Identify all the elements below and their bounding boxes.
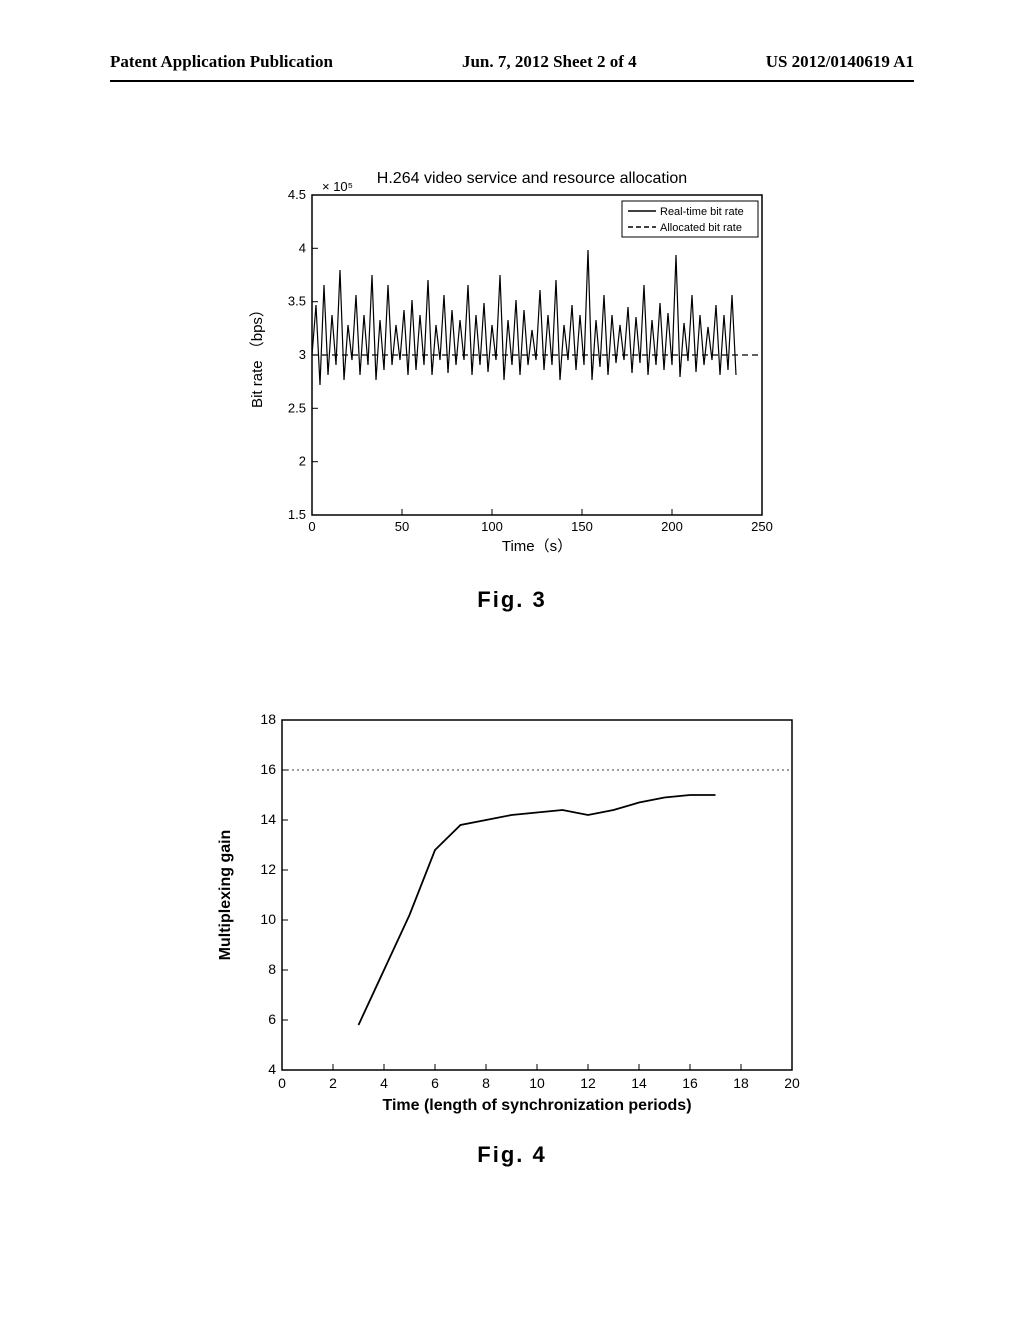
svg-text:6: 6 [431,1075,439,1091]
fig3-xticks: 0 50 100 150 200 250 [308,509,772,534]
svg-text:8: 8 [268,961,276,977]
fig3-chart: H.264 video service and resource allocat… [232,165,792,565]
header-right: US 2012/0140619 A1 [766,52,914,72]
svg-text:4.5: 4.5 [288,187,306,202]
fig4-yticks: 4 6 8 10 12 14 16 18 [260,711,288,1077]
svg-text:250: 250 [751,519,773,534]
svg-text:2.5: 2.5 [288,400,306,415]
fig4-chart: 4 6 8 10 12 14 16 18 0 2 4 6 8 10 12 14 … [202,700,822,1120]
svg-text:200: 200 [661,519,683,534]
legend-allocated: Allocated bit rate [660,222,742,234]
svg-text:12: 12 [260,861,276,877]
fig3-ylabel: Bit rate （bps） [249,302,266,408]
svg-text:18: 18 [733,1075,749,1091]
legend-realtime: Real-time bit rate [660,206,744,218]
svg-text:6: 6 [268,1011,276,1027]
svg-text:10: 10 [529,1075,545,1091]
svg-text:12: 12 [580,1075,596,1091]
svg-text:14: 14 [631,1075,647,1091]
svg-text:14: 14 [260,811,276,827]
svg-text:0: 0 [308,519,315,534]
header-left: Patent Application Publication [110,52,333,72]
fig4-axes-box [282,720,792,1070]
svg-text:16: 16 [260,761,276,777]
header-center: Jun. 7, 2012 Sheet 2 of 4 [462,52,637,72]
fig4-series-line [359,795,716,1025]
svg-text:2: 2 [329,1075,337,1091]
page-header: Patent Application Publication Jun. 7, 2… [0,52,1024,72]
svg-text:4: 4 [268,1061,276,1077]
fig3-xlabel: Time（s） [502,538,572,555]
fig4-xlabel: Time (length of synchronization periods) [382,1097,691,1114]
svg-text:50: 50 [395,519,409,534]
svg-text:20: 20 [784,1075,800,1091]
figure-4: 4 6 8 10 12 14 16 18 0 2 4 6 8 10 12 14 … [0,700,1024,1168]
svg-text:16: 16 [682,1075,698,1091]
svg-text:3.5: 3.5 [288,294,306,309]
svg-text:4: 4 [380,1075,388,1091]
svg-text:18: 18 [260,711,276,727]
fig4-caption: Fig. 4 [477,1142,546,1168]
figure-3: H.264 video service and resource allocat… [0,165,1024,613]
fig3-title: H.264 video service and resource allocat… [377,170,687,187]
svg-text:3: 3 [299,347,306,362]
fig3-exponent: × 10⁵ [322,179,353,194]
header-rule [110,80,914,82]
svg-text:10: 10 [260,911,276,927]
svg-text:2: 2 [299,454,306,469]
svg-text:150: 150 [571,519,593,534]
svg-text:4: 4 [299,240,306,255]
fig3-realtime-line [312,250,736,385]
fig4-xticks: 0 2 4 6 8 10 12 14 16 18 20 [278,1064,800,1091]
svg-text:0: 0 [278,1075,286,1091]
svg-text:1.5: 1.5 [288,507,306,522]
svg-text:8: 8 [482,1075,490,1091]
svg-text:100: 100 [481,519,503,534]
fig3-caption: Fig. 3 [477,587,546,613]
fig4-ylabel: Multiplexing gain [217,830,234,961]
fig3-legend: Real-time bit rate Allocated bit rate [622,201,758,237]
